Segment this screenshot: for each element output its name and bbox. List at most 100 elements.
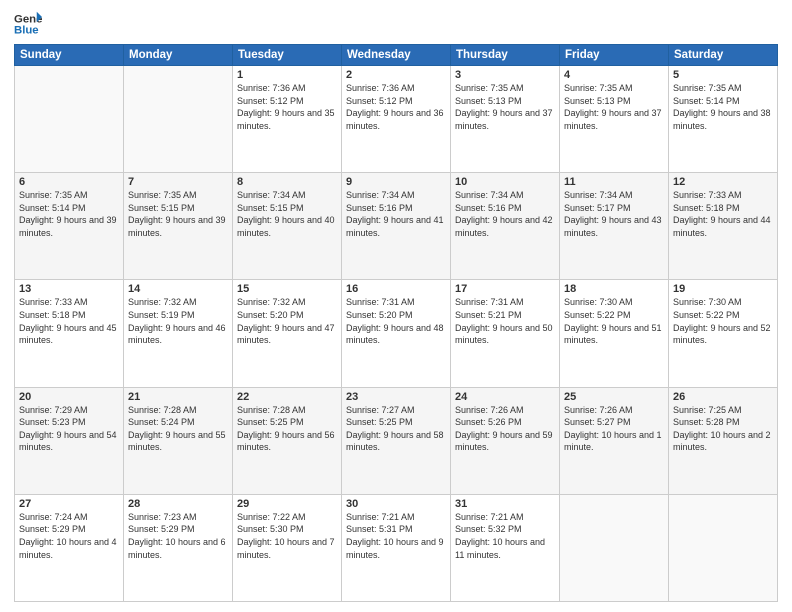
calendar-cell: 2Sunrise: 7:36 AMSunset: 5:12 PMDaylight… xyxy=(342,66,451,173)
day-number: 30 xyxy=(346,498,446,510)
cell-details: Sunrise: 7:30 AMSunset: 5:22 PMDaylight:… xyxy=(673,296,773,346)
calendar-cell: 7Sunrise: 7:35 AMSunset: 5:15 PMDaylight… xyxy=(124,173,233,280)
day-number: 25 xyxy=(564,391,664,403)
cell-details: Sunrise: 7:33 AMSunset: 5:18 PMDaylight:… xyxy=(19,296,119,346)
day-number: 6 xyxy=(19,176,119,188)
calendar-cell: 25Sunrise: 7:26 AMSunset: 5:27 PMDayligh… xyxy=(560,387,669,494)
calendar-table: SundayMondayTuesdayWednesdayThursdayFrid… xyxy=(14,44,778,602)
weekday-header-friday: Friday xyxy=(560,45,669,66)
cell-details: Sunrise: 7:32 AMSunset: 5:20 PMDaylight:… xyxy=(237,296,337,346)
calendar-cell: 17Sunrise: 7:31 AMSunset: 5:21 PMDayligh… xyxy=(451,280,560,387)
cell-details: Sunrise: 7:26 AMSunset: 5:27 PMDaylight:… xyxy=(564,404,664,454)
cell-details: Sunrise: 7:29 AMSunset: 5:23 PMDaylight:… xyxy=(19,404,119,454)
cell-details: Sunrise: 7:25 AMSunset: 5:28 PMDaylight:… xyxy=(673,404,773,454)
day-number: 16 xyxy=(346,283,446,295)
calendar-cell: 28Sunrise: 7:23 AMSunset: 5:29 PMDayligh… xyxy=(124,494,233,601)
weekday-header-wednesday: Wednesday xyxy=(342,45,451,66)
day-number: 18 xyxy=(564,283,664,295)
calendar-cell: 9Sunrise: 7:34 AMSunset: 5:16 PMDaylight… xyxy=(342,173,451,280)
calendar-cell: 4Sunrise: 7:35 AMSunset: 5:13 PMDaylight… xyxy=(560,66,669,173)
calendar-header-row: SundayMondayTuesdayWednesdayThursdayFrid… xyxy=(15,45,778,66)
day-number: 17 xyxy=(455,283,555,295)
day-number: 15 xyxy=(237,283,337,295)
day-number: 19 xyxy=(673,283,773,295)
day-number: 9 xyxy=(346,176,446,188)
calendar-cell: 27Sunrise: 7:24 AMSunset: 5:29 PMDayligh… xyxy=(15,494,124,601)
calendar-cell: 29Sunrise: 7:22 AMSunset: 5:30 PMDayligh… xyxy=(233,494,342,601)
cell-details: Sunrise: 7:36 AMSunset: 5:12 PMDaylight:… xyxy=(237,82,337,132)
day-number: 23 xyxy=(346,391,446,403)
page: General Blue SundayMondayTuesdayWednesda… xyxy=(0,0,792,612)
cell-details: Sunrise: 7:26 AMSunset: 5:26 PMDaylight:… xyxy=(455,404,555,454)
calendar-cell: 14Sunrise: 7:32 AMSunset: 5:19 PMDayligh… xyxy=(124,280,233,387)
calendar-cell: 5Sunrise: 7:35 AMSunset: 5:14 PMDaylight… xyxy=(669,66,778,173)
logo: General Blue xyxy=(14,10,42,38)
weekday-header-tuesday: Tuesday xyxy=(233,45,342,66)
day-number: 20 xyxy=(19,391,119,403)
cell-details: Sunrise: 7:24 AMSunset: 5:29 PMDaylight:… xyxy=(19,511,119,561)
calendar-cell: 26Sunrise: 7:25 AMSunset: 5:28 PMDayligh… xyxy=(669,387,778,494)
day-number: 12 xyxy=(673,176,773,188)
day-number: 14 xyxy=(128,283,228,295)
header: General Blue xyxy=(14,10,778,38)
cell-details: Sunrise: 7:21 AMSunset: 5:32 PMDaylight:… xyxy=(455,511,555,561)
cell-details: Sunrise: 7:36 AMSunset: 5:12 PMDaylight:… xyxy=(346,82,446,132)
day-number: 13 xyxy=(19,283,119,295)
cell-details: Sunrise: 7:27 AMSunset: 5:25 PMDaylight:… xyxy=(346,404,446,454)
calendar-cell: 10Sunrise: 7:34 AMSunset: 5:16 PMDayligh… xyxy=(451,173,560,280)
cell-details: Sunrise: 7:35 AMSunset: 5:14 PMDaylight:… xyxy=(19,189,119,239)
weekday-header-thursday: Thursday xyxy=(451,45,560,66)
calendar-cell: 31Sunrise: 7:21 AMSunset: 5:32 PMDayligh… xyxy=(451,494,560,601)
day-number: 1 xyxy=(237,69,337,81)
calendar-cell xyxy=(15,66,124,173)
calendar-cell: 16Sunrise: 7:31 AMSunset: 5:20 PMDayligh… xyxy=(342,280,451,387)
cell-details: Sunrise: 7:23 AMSunset: 5:29 PMDaylight:… xyxy=(128,511,228,561)
cell-details: Sunrise: 7:30 AMSunset: 5:22 PMDaylight:… xyxy=(564,296,664,346)
calendar-cell xyxy=(124,66,233,173)
calendar-week-2: 6Sunrise: 7:35 AMSunset: 5:14 PMDaylight… xyxy=(15,173,778,280)
day-number: 2 xyxy=(346,69,446,81)
calendar-cell: 19Sunrise: 7:30 AMSunset: 5:22 PMDayligh… xyxy=(669,280,778,387)
calendar-cell: 13Sunrise: 7:33 AMSunset: 5:18 PMDayligh… xyxy=(15,280,124,387)
day-number: 8 xyxy=(237,176,337,188)
calendar-cell xyxy=(669,494,778,601)
day-number: 3 xyxy=(455,69,555,81)
day-number: 27 xyxy=(19,498,119,510)
day-number: 21 xyxy=(128,391,228,403)
calendar-week-3: 13Sunrise: 7:33 AMSunset: 5:18 PMDayligh… xyxy=(15,280,778,387)
day-number: 4 xyxy=(564,69,664,81)
cell-details: Sunrise: 7:21 AMSunset: 5:31 PMDaylight:… xyxy=(346,511,446,561)
calendar-week-1: 1Sunrise: 7:36 AMSunset: 5:12 PMDaylight… xyxy=(15,66,778,173)
cell-details: Sunrise: 7:35 AMSunset: 5:14 PMDaylight:… xyxy=(673,82,773,132)
calendar-cell: 23Sunrise: 7:27 AMSunset: 5:25 PMDayligh… xyxy=(342,387,451,494)
svg-text:Blue: Blue xyxy=(14,25,39,37)
calendar-cell: 3Sunrise: 7:35 AMSunset: 5:13 PMDaylight… xyxy=(451,66,560,173)
calendar-cell: 1Sunrise: 7:36 AMSunset: 5:12 PMDaylight… xyxy=(233,66,342,173)
calendar-week-4: 20Sunrise: 7:29 AMSunset: 5:23 PMDayligh… xyxy=(15,387,778,494)
calendar-cell: 18Sunrise: 7:30 AMSunset: 5:22 PMDayligh… xyxy=(560,280,669,387)
calendar-cell: 20Sunrise: 7:29 AMSunset: 5:23 PMDayligh… xyxy=(15,387,124,494)
weekday-header-sunday: Sunday xyxy=(15,45,124,66)
weekday-header-saturday: Saturday xyxy=(669,45,778,66)
calendar-cell: 12Sunrise: 7:33 AMSunset: 5:18 PMDayligh… xyxy=(669,173,778,280)
day-number: 10 xyxy=(455,176,555,188)
cell-details: Sunrise: 7:32 AMSunset: 5:19 PMDaylight:… xyxy=(128,296,228,346)
cell-details: Sunrise: 7:22 AMSunset: 5:30 PMDaylight:… xyxy=(237,511,337,561)
logo-icon: General Blue xyxy=(14,10,42,38)
calendar-week-5: 27Sunrise: 7:24 AMSunset: 5:29 PMDayligh… xyxy=(15,494,778,601)
calendar-cell: 15Sunrise: 7:32 AMSunset: 5:20 PMDayligh… xyxy=(233,280,342,387)
calendar-cell: 6Sunrise: 7:35 AMSunset: 5:14 PMDaylight… xyxy=(15,173,124,280)
calendar-cell: 21Sunrise: 7:28 AMSunset: 5:24 PMDayligh… xyxy=(124,387,233,494)
cell-details: Sunrise: 7:28 AMSunset: 5:24 PMDaylight:… xyxy=(128,404,228,454)
day-number: 22 xyxy=(237,391,337,403)
day-number: 5 xyxy=(673,69,773,81)
cell-details: Sunrise: 7:31 AMSunset: 5:20 PMDaylight:… xyxy=(346,296,446,346)
day-number: 26 xyxy=(673,391,773,403)
cell-details: Sunrise: 7:35 AMSunset: 5:13 PMDaylight:… xyxy=(564,82,664,132)
cell-details: Sunrise: 7:28 AMSunset: 5:25 PMDaylight:… xyxy=(237,404,337,454)
cell-details: Sunrise: 7:34 AMSunset: 5:17 PMDaylight:… xyxy=(564,189,664,239)
cell-details: Sunrise: 7:31 AMSunset: 5:21 PMDaylight:… xyxy=(455,296,555,346)
calendar-cell: 30Sunrise: 7:21 AMSunset: 5:31 PMDayligh… xyxy=(342,494,451,601)
day-number: 29 xyxy=(237,498,337,510)
calendar-cell: 11Sunrise: 7:34 AMSunset: 5:17 PMDayligh… xyxy=(560,173,669,280)
